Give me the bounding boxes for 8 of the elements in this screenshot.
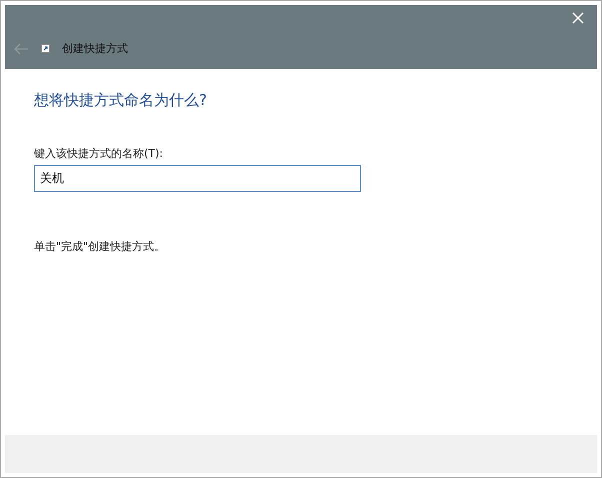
field-label: 键入该快捷方式的名称(T): [34, 146, 164, 161]
name-field[interactable]: 关机 [34, 165, 361, 192]
back-arrow-icon [13, 42, 29, 56]
page-heading: 想将快捷方式命名为什么? [34, 91, 208, 110]
shortcut-icon [41, 44, 50, 53]
window-title: 创建快捷方式 [62, 41, 128, 56]
close-icon [572, 12, 584, 24]
instruction-text: 单击"完成"创建快捷方式。 [34, 239, 166, 254]
